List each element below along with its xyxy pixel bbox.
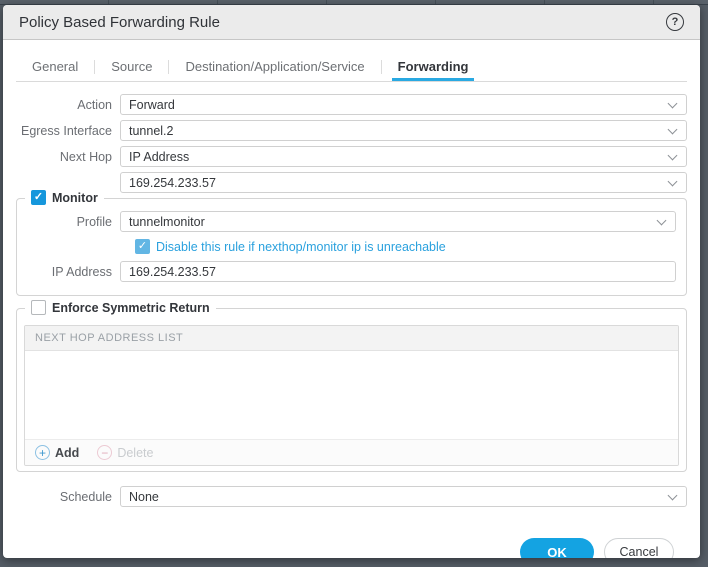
next-hop-address-table-header: NEXT HOP ADDRESS LIST (25, 326, 678, 351)
forwarding-form: Action Forward Egress Interface tunnel.2… (3, 82, 700, 558)
minus-circle-icon: − (97, 445, 112, 460)
pbf-rule-dialog: Policy Based Forwarding Rule ? General S… (3, 5, 700, 558)
next-hop-address-table-body (25, 351, 678, 439)
schedule-value: None (129, 490, 159, 504)
next-hop-address-table: NEXT HOP ADDRESS LIST + Add − Delete (24, 325, 679, 466)
plus-circle-icon: + (35, 445, 50, 460)
tab-general[interactable]: General (26, 52, 84, 81)
monitor-ip-box (120, 261, 676, 282)
enforce-symmetric-return-checkbox[interactable] (31, 300, 46, 315)
tab-destination-application-service[interactable]: Destination/Application/Service (179, 52, 370, 81)
next-hop-type-select[interactable]: IP Address (120, 146, 687, 167)
monitor-group: ✓ Monitor Profile tunnelmonitor ✓ Disabl… (16, 198, 687, 296)
next-hop-ip-row: 169.254.233.57 (16, 172, 687, 193)
egress-interface-label: Egress Interface (16, 124, 120, 138)
monitor-ip-row: IP Address (27, 261, 676, 282)
monitor-ip-input[interactable] (129, 265, 667, 279)
disable-rule-checkbox[interactable]: ✓ (135, 239, 150, 254)
next-hop-type-value: IP Address (129, 150, 189, 164)
tab-separator (168, 60, 169, 74)
symmetric-return-legend-label: Enforce Symmetric Return (52, 301, 210, 315)
help-icon[interactable]: ? (666, 13, 684, 31)
delete-button[interactable]: − Delete (97, 445, 153, 460)
monitor-legend: ✓ Monitor (25, 190, 104, 205)
action-select[interactable]: Forward (120, 94, 687, 115)
chevron-down-icon (668, 177, 678, 187)
next-hop-label: Next Hop (16, 150, 120, 164)
action-label: Action (16, 98, 120, 112)
chevron-down-icon (668, 151, 678, 161)
symmetric-return-legend: Enforce Symmetric Return (25, 300, 216, 315)
tab-separator (94, 60, 95, 74)
action-row: Action Forward (16, 94, 687, 115)
chevron-down-icon (668, 125, 678, 135)
next-hop-ip-value: 169.254.233.57 (129, 176, 216, 190)
action-value: Forward (129, 98, 175, 112)
delete-button-label: Delete (117, 446, 153, 460)
next-hop-ip-select[interactable]: 169.254.233.57 (120, 172, 687, 193)
monitor-checkbox[interactable]: ✓ (31, 190, 46, 205)
disable-rule-row: ✓ Disable this rule if nexthop/monitor i… (135, 239, 676, 254)
schedule-select[interactable]: None (120, 486, 687, 507)
symmetric-return-group: Enforce Symmetric Return NEXT HOP ADDRES… (16, 308, 687, 472)
monitor-ip-label: IP Address (27, 265, 120, 279)
cancel-button[interactable]: Cancel (604, 538, 674, 558)
add-button-label: Add (55, 446, 79, 460)
profile-row: Profile tunnelmonitor (27, 211, 676, 232)
profile-label: Profile (27, 215, 120, 229)
next-hop-address-table-footer: + Add − Delete (25, 439, 678, 465)
chevron-down-icon (657, 216, 667, 226)
tab-bar: General Source Destination/Application/S… (16, 52, 687, 82)
dialog-title: Policy Based Forwarding Rule (19, 14, 666, 31)
tab-forwarding[interactable]: Forwarding (392, 52, 475, 81)
dialog-titlebar: Policy Based Forwarding Rule ? (3, 5, 700, 40)
profile-select[interactable]: tunnelmonitor (120, 211, 676, 232)
dialog-footer: OK Cancel (16, 512, 687, 558)
egress-interface-value: tunnel.2 (129, 124, 173, 138)
schedule-label: Schedule (16, 490, 120, 504)
egress-interface-row: Egress Interface tunnel.2 (16, 120, 687, 141)
egress-interface-select[interactable]: tunnel.2 (120, 120, 687, 141)
chevron-down-icon (668, 99, 678, 109)
profile-value: tunnelmonitor (129, 215, 205, 229)
disable-rule-label: Disable this rule if nexthop/monitor ip … (156, 240, 446, 254)
tab-separator (381, 60, 382, 74)
chevron-down-icon (668, 491, 678, 501)
tab-source[interactable]: Source (105, 52, 158, 81)
add-button[interactable]: + Add (35, 445, 79, 460)
next-hop-row: Next Hop IP Address (16, 146, 687, 167)
schedule-row: Schedule None (16, 486, 687, 507)
ok-button[interactable]: OK (520, 538, 594, 558)
monitor-legend-label: Monitor (52, 191, 98, 205)
